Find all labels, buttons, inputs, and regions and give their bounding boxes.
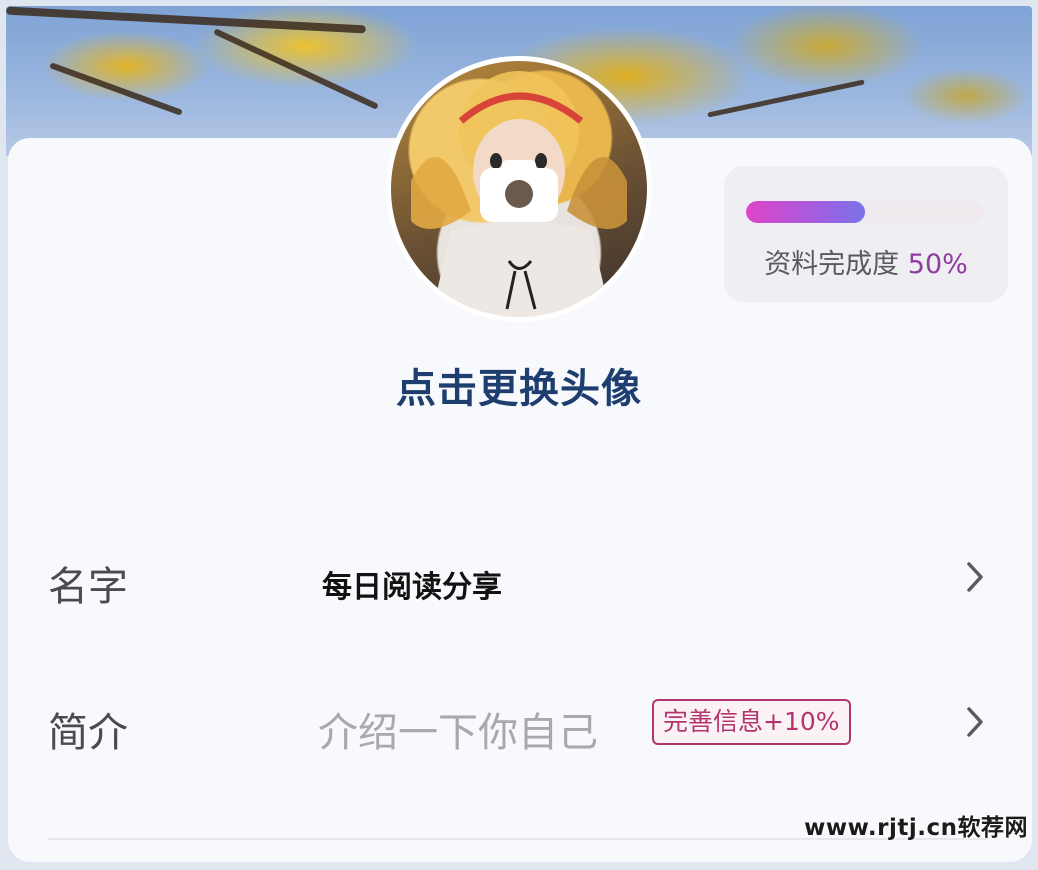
bio-placeholder: 介绍一下你自己 [318,710,598,756]
cover-branch [213,28,379,110]
chevron-right-icon [967,562,983,592]
camera-icon[interactable] [480,160,558,222]
watermark-text: www.rjtj.cn软荐网 [804,815,1028,841]
profile-completion-card [724,166,1008,302]
profile-completion-progress-fill [746,201,865,223]
name-value: 每日阅读分享 [322,570,502,605]
chevron-right-icon [967,707,983,737]
bio-label: 简介 [48,710,128,756]
profile-completion-progress [746,201,984,223]
change-avatar-link[interactable]: 点击更换头像 [0,356,1038,414]
profile-completion-text: 资料完成度 [764,249,900,280]
profile-completion-label: 资料完成度 50% [724,242,1008,281]
profile-completion-value: 50% [907,249,968,280]
profile-edit-screen: 点击更换头像 资料完成度 50% 名字 每日阅读分享 简介 介绍一下你自己 完善… [0,0,1038,870]
bonus-badge: 完善信息+10% [652,699,851,745]
name-label: 名字 [48,564,128,610]
cover-branch [49,62,183,116]
cover-branch [707,79,865,118]
cover-branch [6,6,366,34]
